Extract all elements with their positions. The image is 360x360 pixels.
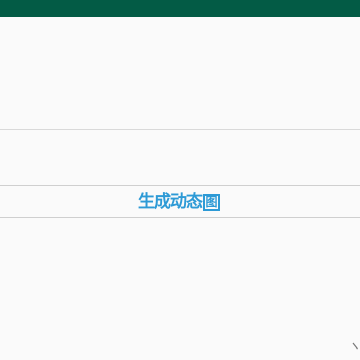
action-bar: 生成动态 图 (0, 185, 360, 218)
pencil-mark-icon (352, 342, 358, 350)
app-screen: 生成动态 图 (0, 0, 360, 360)
content-area (0, 17, 360, 129)
section-divider (0, 129, 360, 130)
generate-button-label: 生成动态 (138, 192, 203, 212)
generate-dynamic-image-button[interactable]: 生成动态 图 (138, 191, 220, 213)
status-bar (0, 0, 360, 17)
image-box-char: 图 (203, 193, 220, 211)
